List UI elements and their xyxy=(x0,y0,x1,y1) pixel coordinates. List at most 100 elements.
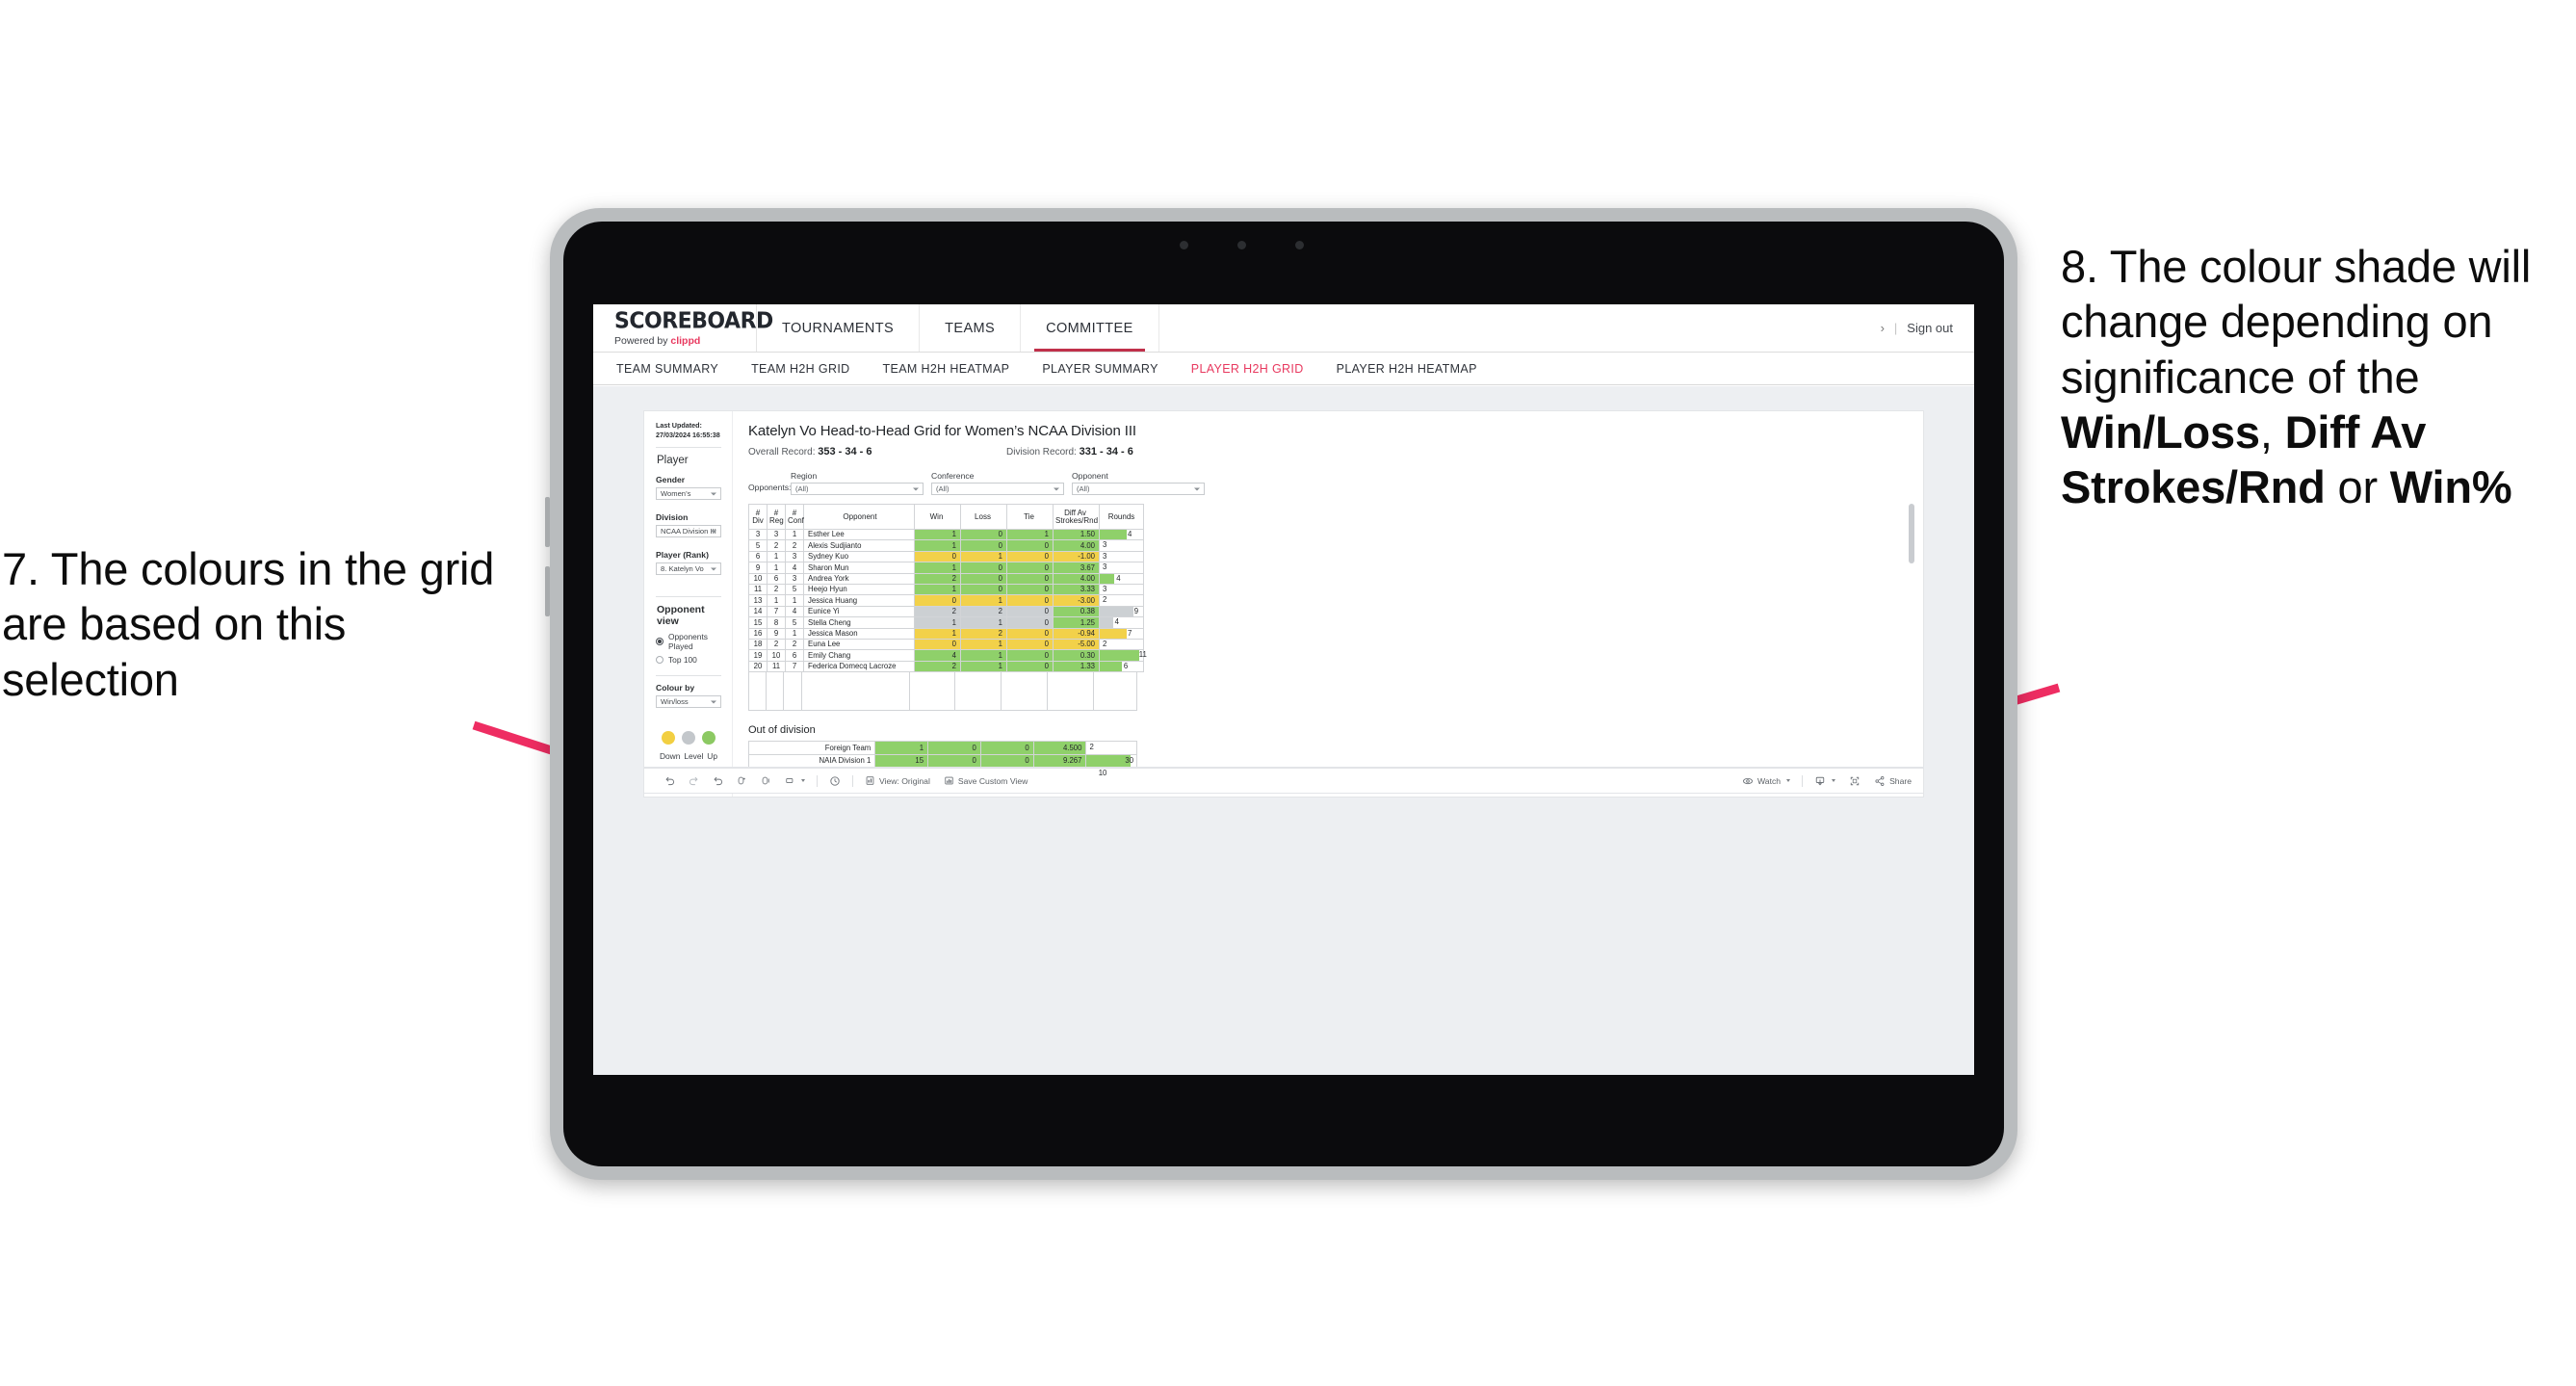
cell-div: 10 xyxy=(748,572,768,586)
table-row[interactable]: 20 11 7 Federica Domecq Lacroze 2 1 0 1.33 6 xyxy=(748,660,1144,673)
undo-button[interactable] xyxy=(658,775,682,786)
dashboard-card: Last Updated: 27/03/2024 16:55:38 Player… xyxy=(644,411,1923,797)
cell-group-name: Foreign Team xyxy=(747,741,876,755)
save-view-icon xyxy=(945,776,953,785)
cell-win: 0 xyxy=(914,639,961,651)
refresh-icon xyxy=(738,776,745,785)
volume-button-up xyxy=(545,497,550,547)
cell-rounds: 3 xyxy=(1099,550,1144,563)
tab-team-summary[interactable]: TEAM SUMMARY xyxy=(616,362,718,376)
table-row[interactable]: 13 1 1 Jessica Huang 0 1 0 -3.00 2 xyxy=(748,594,1144,607)
cell-opponent: Sharon Mun xyxy=(803,562,915,574)
cell-win: 1 xyxy=(914,584,961,596)
table-row[interactable]: 11 2 5 Heejo Hyun 1 0 0 3.33 3 xyxy=(748,584,1144,596)
revert-button[interactable] xyxy=(706,775,730,786)
radio-top-100[interactable]: Top 100 xyxy=(656,655,721,665)
player-rank-select[interactable]: 8. Katelyn Vo xyxy=(656,562,721,576)
colour-by-label: Colour by xyxy=(656,683,695,693)
nav-teams-label: TEAMS xyxy=(945,320,996,336)
conference-select[interactable]: (All) xyxy=(931,483,1064,495)
cell-div: 6 xyxy=(748,550,768,563)
colour-by-select[interactable]: Win/loss xyxy=(656,695,721,709)
cell-opponent: Jessica Huang xyxy=(803,594,915,607)
tab-player-h2h-grid[interactable]: PLAYER H2H GRID xyxy=(1191,362,1304,376)
annotation-8-prefix: 8. The colour shade will change dependin… xyxy=(2061,241,2532,403)
tab-player-summary[interactable]: PLAYER SUMMARY xyxy=(1042,362,1158,376)
cell-opponent: Heejo Hyun xyxy=(803,584,915,596)
nav-tournaments[interactable]: TOURNAMENTS xyxy=(757,304,921,352)
grid-scrollbar[interactable] xyxy=(1909,504,1914,563)
pause-button[interactable] xyxy=(754,775,778,786)
share-button[interactable]: Share xyxy=(1867,775,1923,787)
download-button[interactable] xyxy=(1808,775,1842,787)
nav-committee[interactable]: COMMITTEE xyxy=(1021,304,1159,352)
save-custom-view-button[interactable]: Save Custom View xyxy=(937,775,1034,786)
cell-win: 1 xyxy=(874,741,929,755)
table-row[interactable]: NAIA Division 1 15 0 0 9.267 30 xyxy=(747,753,1137,769)
view-original-label: View: Original xyxy=(879,775,930,786)
opponent-select[interactable]: (All) xyxy=(1072,483,1205,495)
cell-diff: 1.50 xyxy=(1053,528,1100,541)
redo-button[interactable] xyxy=(682,775,706,786)
nav-teams[interactable]: TEAMS xyxy=(920,304,1022,352)
tab-team-h2h-grid[interactable]: TEAM H2H GRID xyxy=(751,362,849,376)
sensor-dot-2 xyxy=(1295,241,1304,249)
table-row[interactable]: 14 7 4 Eunice Yi 2 2 0 0.38 9 xyxy=(748,605,1144,618)
table-row[interactable]: Foreign Team 1 0 0 4.500 2 xyxy=(747,741,1137,755)
watch-button[interactable]: Watch xyxy=(1735,775,1797,787)
division-value: NCAA Division III xyxy=(661,527,716,536)
table-row[interactable]: 9 1 4 Sharon Mun 1 0 0 3.67 3 xyxy=(748,562,1144,574)
cell-rounds: 2 xyxy=(1099,639,1144,651)
cell-win: 1 xyxy=(914,528,961,541)
region-value: (All) xyxy=(795,484,809,493)
fullscreen-button[interactable] xyxy=(1842,775,1867,787)
clock-button[interactable] xyxy=(822,775,847,787)
radio-opponents-played[interactable]: Opponents Played xyxy=(656,632,721,651)
gender-select[interactable]: Women’s xyxy=(656,487,721,501)
col-reg-l2: Reg xyxy=(769,515,784,525)
cell-group-name: NAIA Division 1 xyxy=(747,753,876,769)
sign-out-link[interactable]: Sign out xyxy=(1907,321,1953,335)
table-row[interactable]: 16 9 1 Jessica Mason 1 2 0 -0.94 7 xyxy=(748,627,1144,641)
viz-toolbar: View: Original Save Custom View Watch Sh… xyxy=(644,768,1923,793)
cell-rounds: 11 xyxy=(1099,649,1147,662)
chevron-right-icon[interactable]: › xyxy=(1881,321,1885,335)
view-original-button[interactable]: View: Original xyxy=(858,775,937,786)
region-filter-group: Region (All) xyxy=(791,471,924,495)
table-row[interactable]: 19 10 6 Emily Chang 4 1 0 0.30 11 xyxy=(748,649,1147,662)
col-opponent: Opponent xyxy=(803,504,915,530)
annotation-8-bold-winloss: Win/Loss xyxy=(2061,405,2260,458)
cell-reg: 9 xyxy=(767,627,786,641)
page-title: Katelyn Vo Head-to-Head Grid for Women’s… xyxy=(748,423,1136,439)
nav-committee-label: COMMITTEE xyxy=(1046,320,1133,336)
tab-team-h2h-heatmap[interactable]: TEAM H2H HEATMAP xyxy=(883,362,1010,376)
cell-tie: 0 xyxy=(1006,594,1054,607)
brand-logo[interactable]: SCOREBOARD Powered by clippd xyxy=(593,304,773,352)
division-select[interactable]: NCAA Division III xyxy=(656,525,721,538)
table-row[interactable]: 10 6 3 Andrea York 2 0 0 4.00 4 xyxy=(748,572,1144,586)
refresh-button[interactable] xyxy=(730,775,754,786)
legend-label-up: Up xyxy=(707,751,718,762)
tab-player-h2h-heatmap[interactable]: PLAYER H2H HEATMAP xyxy=(1337,362,1477,376)
header-right-controls: › | Sign out xyxy=(1881,304,1974,352)
brand-subtitle: Powered by clippd xyxy=(614,335,756,347)
cell-win: 4 xyxy=(914,649,961,662)
cell-reg: 1 xyxy=(767,550,786,563)
cell-loss: 1 xyxy=(960,639,1007,651)
table-row[interactable]: 18 2 2 Euna Lee 0 1 0 -5.00 2 xyxy=(748,639,1144,651)
cell-conf: 3 xyxy=(785,550,804,563)
cell-conf: 5 xyxy=(785,584,804,596)
table-row[interactable]: 15 8 5 Stella Cheng 1 1 0 1.25 4 xyxy=(748,616,1144,629)
highlight-button[interactable] xyxy=(778,775,812,786)
region-select[interactable]: (All) xyxy=(791,483,924,495)
table-row[interactable]: 3 3 1 Esther Lee 1 0 1 1.50 4 xyxy=(748,528,1144,541)
cell-rounds: 10 xyxy=(1085,767,1137,782)
cell-loss: 1 xyxy=(960,616,1007,629)
cell-win: 0 xyxy=(914,594,961,607)
cell-diff: 0.38 xyxy=(1053,605,1100,618)
divider xyxy=(656,675,721,677)
cell-rounds: 4 xyxy=(1099,572,1144,586)
table-row[interactable]: 5 2 2 Alexis Sudjianto 1 0 0 4.00 3 xyxy=(748,539,1144,552)
table-row[interactable]: 6 1 3 Sydney Kuo 0 1 0 -1.00 3 xyxy=(748,550,1144,563)
cell-win: 2 xyxy=(914,605,961,618)
